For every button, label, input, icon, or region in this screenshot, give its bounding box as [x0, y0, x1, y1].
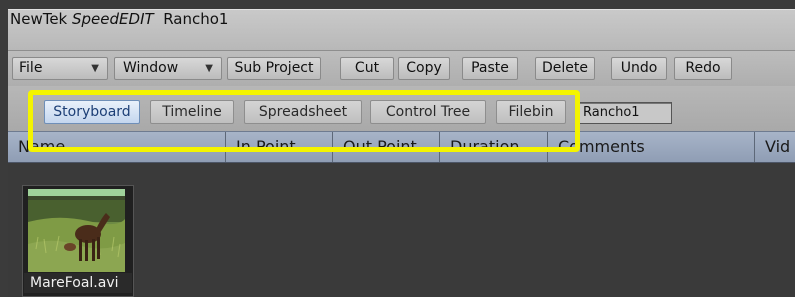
- undo-button[interactable]: Undo: [611, 57, 667, 80]
- highlight-annotation: [28, 90, 580, 152]
- window-title: NewTek SpeedEDIT Rancho1: [10, 10, 229, 28]
- window-menu-dropdown[interactable]: Window ▼: [114, 57, 222, 80]
- cut-button[interactable]: Cut: [340, 57, 394, 80]
- chevron-down-icon: ▼: [91, 63, 99, 74]
- chevron-down-icon: ▼: [205, 63, 213, 74]
- toolbar: File ▼ Window ▼ Sub Project Cut Copy Pas…: [8, 50, 795, 86]
- sub-project-button[interactable]: Sub Project: [227, 57, 321, 80]
- redo-button[interactable]: Redo: [674, 57, 732, 80]
- paste-button[interactable]: Paste: [462, 57, 518, 80]
- clip-thumbnail: [28, 189, 125, 272]
- column-header-video[interactable]: Vid: [755, 132, 795, 162]
- clip-name-label: MareFoal.avi: [24, 273, 132, 293]
- clip-thumbnail-image: [28, 189, 125, 272]
- copy-button[interactable]: Copy: [398, 57, 450, 80]
- delete-button[interactable]: Delete: [535, 57, 595, 80]
- window-menu-label: Window: [123, 60, 179, 76]
- project-name-field[interactable]: Rancho1: [576, 102, 672, 124]
- file-menu-dropdown[interactable]: File ▼: [12, 57, 108, 80]
- file-menu-label: File: [19, 60, 43, 76]
